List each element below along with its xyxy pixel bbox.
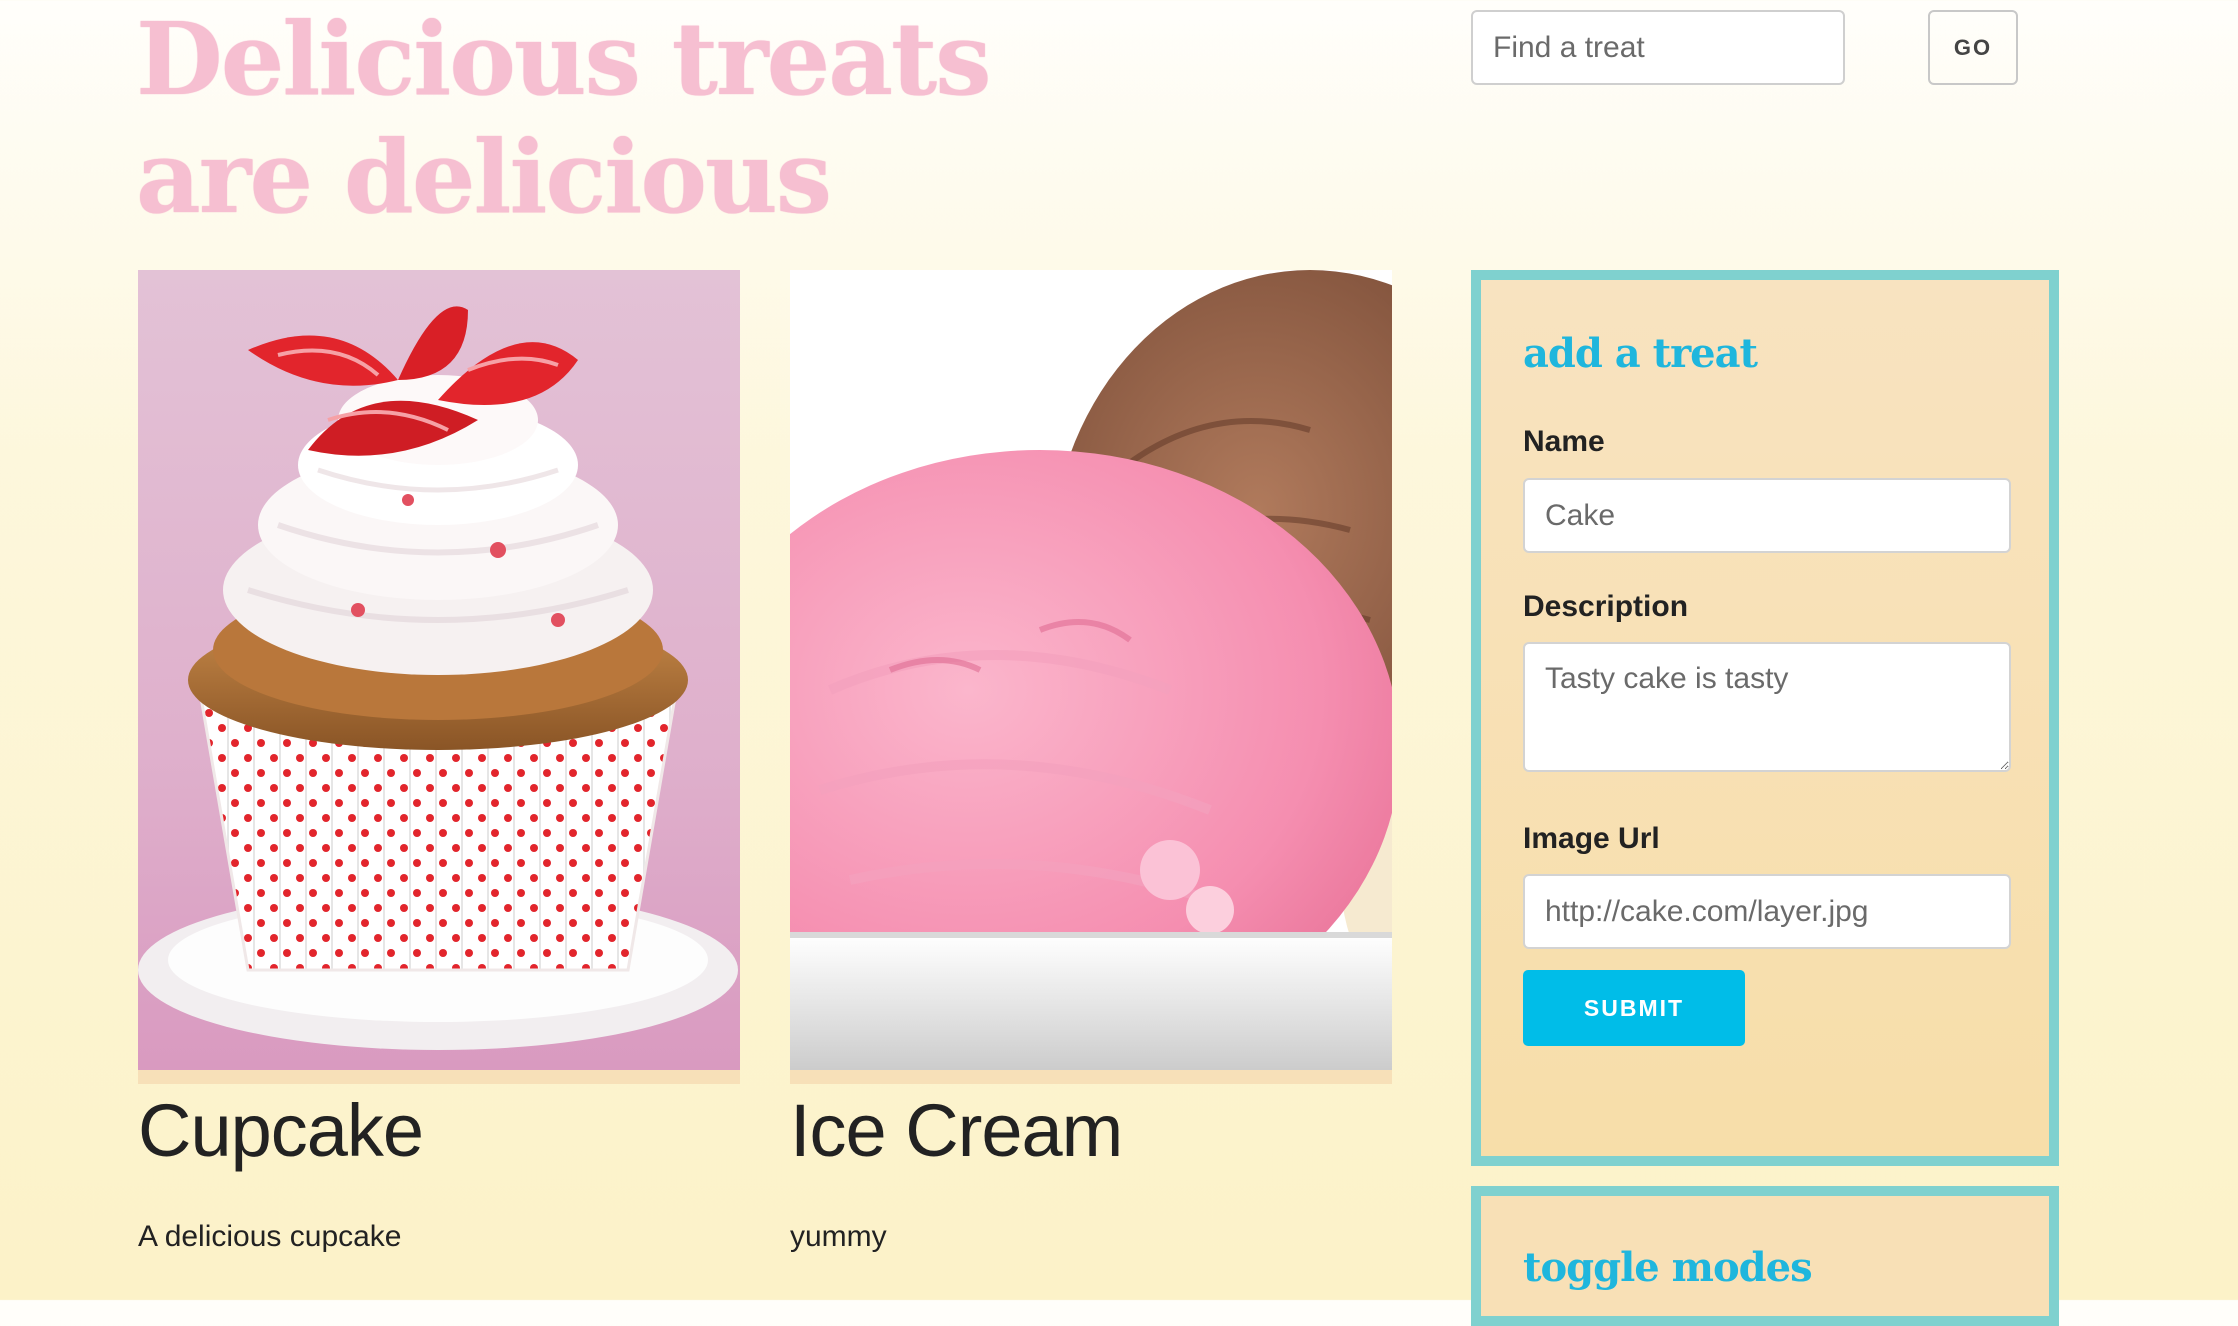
submit-button[interactable]: SUBMIT [1523, 970, 1745, 1046]
image-url-input[interactable] [1523, 874, 2011, 949]
go-button[interactable]: GO [1928, 10, 2018, 85]
toggle-modes-panel: toggle modes [1471, 1186, 2059, 1326]
ice-cream-image [790, 270, 1392, 1084]
site-title: Delicious treats are delicious [136, 0, 992, 236]
treat-name[interactable]: Ice Cream [790, 1088, 1123, 1173]
treat-card-cupcake: Cupcake A delicious cupcake [138, 270, 740, 1253]
add-treat-title: add a treat [1523, 330, 1758, 377]
description-textarea[interactable] [1523, 642, 2011, 772]
treat-description: yummy [790, 1220, 887, 1253]
add-treat-panel: add a treat Name Description Image Url S… [1471, 270, 2059, 1166]
treat-name[interactable]: Cupcake [138, 1088, 424, 1173]
treat-card-ice-cream: Ice Cream yummy [790, 270, 1392, 1253]
cupcake-image [138, 270, 740, 1084]
toggle-modes-title[interactable]: toggle modes [1523, 1244, 1813, 1291]
description-label: Description [1523, 590, 1689, 623]
treat-description: A delicious cupcake [138, 1220, 402, 1253]
image-url-label: Image Url [1523, 822, 1660, 855]
name-label: Name [1523, 425, 1605, 458]
name-input[interactable] [1523, 478, 2011, 553]
search-input[interactable] [1471, 10, 1845, 85]
